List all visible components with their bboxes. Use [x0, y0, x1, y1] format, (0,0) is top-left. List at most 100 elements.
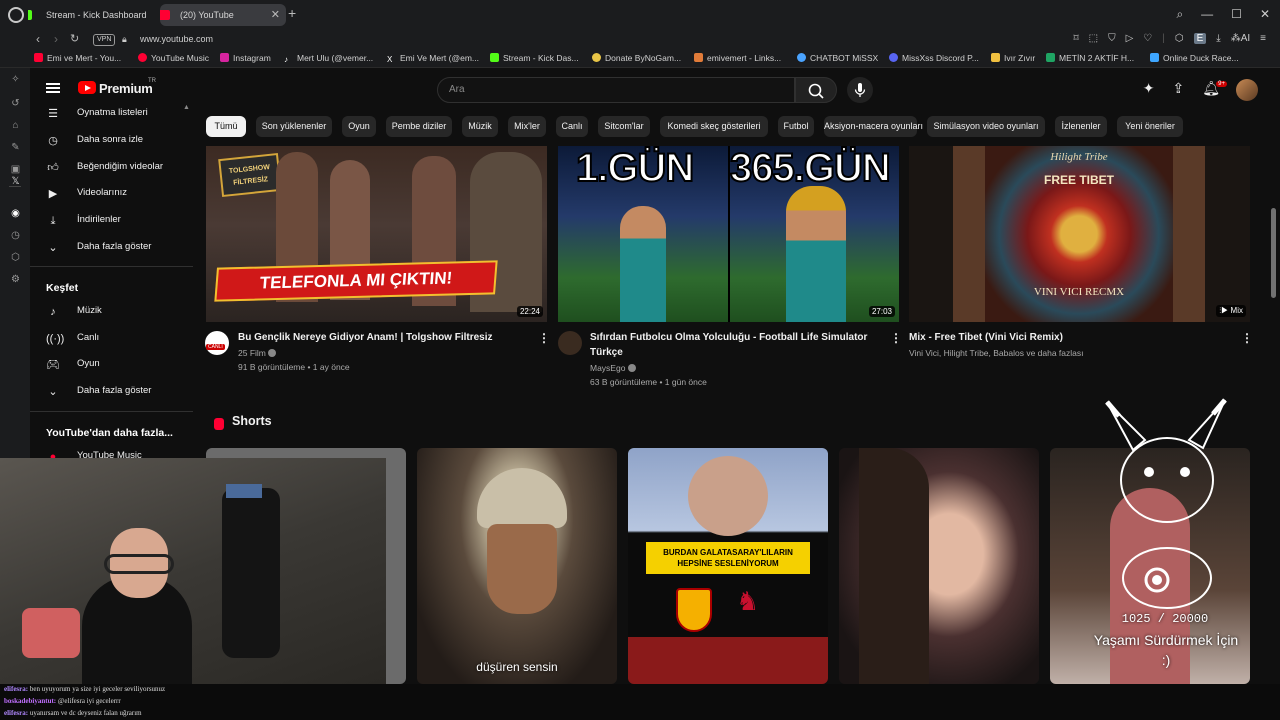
- bookmark-item[interactable]: CHATBOT MiSSX: [797, 53, 878, 63]
- settings-icon[interactable]: ⚙: [9, 274, 22, 285]
- page-scrollbar[interactable]: [1268, 112, 1280, 684]
- chip-3[interactable]: Pembe diziler: [386, 116, 452, 137]
- sidebar-item-watch-later[interactable]: ◷ Daha sonra izle: [46, 134, 143, 147]
- chip-4[interactable]: Müzik: [462, 116, 498, 137]
- chip-6[interactable]: Canlı: [556, 116, 588, 137]
- bookmark-item[interactable]: Online Duck Race...: [1150, 53, 1239, 63]
- video-title[interactable]: Mix - Free Tibet (Vini Vici Remix): [909, 330, 1229, 345]
- edit-icon[interactable]: ✎: [9, 142, 22, 153]
- extensions-icon[interactable]: ⬡: [1175, 33, 1184, 44]
- more-actions-icon[interactable]: ⋮: [890, 331, 902, 345]
- video-thumbnail[interactable]: Hilight Tribe FREE TIBET VINI VICI RECMX…: [909, 146, 1250, 322]
- sidebar-item-show-more[interactable]: ⌄ Daha fazla göster: [46, 241, 151, 254]
- short-item[interactable]: [839, 448, 1039, 684]
- tab-youtube[interactable]: (20) YouTube ✕: [160, 4, 286, 26]
- channel-name[interactable]: 25 Film: [238, 346, 277, 360]
- heart-icon[interactable]: ♡: [1143, 33, 1152, 44]
- chip-9[interactable]: Futbol: [778, 116, 814, 137]
- chip-5[interactable]: Mix'ler: [508, 116, 546, 137]
- play-icon[interactable]: ▷: [1126, 33, 1134, 44]
- bookmark-item[interactable]: METİN 2 AKTİF H...: [1046, 53, 1134, 63]
- snapshot-icon[interactable]: ⬚: [1089, 33, 1098, 44]
- lock-icon[interactable]: 🔒︎: [122, 34, 127, 45]
- pinboard-icon[interactable]: ◉: [9, 208, 22, 219]
- sidebar-item-live[interactable]: ((·)) Canlı: [46, 332, 99, 345]
- new-tab-icon[interactable]: +: [288, 5, 296, 21]
- bookmark-item[interactable]: Ivır Zıvır: [991, 53, 1035, 63]
- more-actions-icon[interactable]: ⋮: [1241, 331, 1253, 345]
- bag-icon[interactable]: ⌂: [9, 120, 22, 131]
- bookmark-item[interactable]: MissXss Discord P...: [889, 53, 979, 63]
- clock-icon[interactable]: ◷: [9, 230, 22, 241]
- download-icon[interactable]: ⤓: [1216, 33, 1220, 44]
- menu-icon[interactable]: ≡: [1260, 33, 1266, 44]
- x-icon[interactable]: 𝕏: [9, 176, 22, 187]
- scrollbar-thumb[interactable]: [1271, 208, 1276, 298]
- sidebar-item-show-more[interactable]: ⌄ Daha fazla göster: [46, 385, 151, 398]
- back-icon[interactable]: ‹: [36, 32, 40, 46]
- sidebar-item-your-videos[interactable]: ▶ Videolarınız: [46, 187, 127, 200]
- chip-0[interactable]: Tümü: [206, 116, 246, 137]
- bookmark-icon[interactable]: ⌑: [1074, 33, 1079, 44]
- messenger-icon[interactable]: ▣: [9, 164, 22, 175]
- chip-10[interactable]: Aksiyon-macera oyunları: [824, 116, 923, 137]
- more-actions-icon[interactable]: ⋮: [538, 331, 550, 345]
- hamburger-menu-icon[interactable]: [46, 83, 60, 93]
- bookmark-item[interactable]: Stream - Kick Das...: [490, 53, 579, 63]
- channel-name[interactable]: MaysEgo: [590, 361, 636, 375]
- sidebar-item-playlists[interactable]: ☰ Oynatma listeleri: [46, 107, 148, 120]
- video-title[interactable]: Sıfırdan Futbolcu Olma Yolculuğu - Footb…: [590, 330, 880, 360]
- bookmark-item[interactable]: Donate ByNoGam...: [592, 53, 681, 63]
- search-input[interactable]: Ara: [437, 77, 795, 103]
- chip-11[interactable]: Simülasyon video oyunları: [927, 116, 1045, 137]
- opera-logo-icon[interactable]: [8, 7, 24, 23]
- tab-kick-dashboard[interactable]: Stream - Kick Dashboard: [28, 4, 158, 26]
- search-tabs-icon[interactable]: ⌕: [1176, 7, 1183, 22]
- scroll-up-icon[interactable]: ▲: [183, 104, 190, 111]
- bookmark-item[interactable]: Instagram: [220, 53, 271, 63]
- shield-icon[interactable]: ⛉: [1108, 33, 1116, 44]
- chip-2[interactable]: Oyun: [342, 116, 376, 137]
- create-upload-icon[interactable]: ⇪: [1172, 80, 1184, 97]
- short-item[interactable]: BURDAN GALATASARAY'LILARIN HEPSİNE SESLE…: [628, 448, 828, 684]
- minimize-icon[interactable]: —: [1201, 7, 1213, 22]
- chip-12[interactable]: İzlenenler: [1055, 116, 1107, 137]
- kick-extension-icon[interactable]: ✦: [1143, 80, 1155, 97]
- video-thumbnail[interactable]: 1.GÜN 365.GÜN 27:03: [558, 146, 899, 322]
- maximize-icon[interactable]: ☐: [1231, 7, 1242, 22]
- url-field[interactable]: www.youtube.com: [140, 34, 213, 44]
- voice-search-button[interactable]: [847, 77, 873, 103]
- history-icon[interactable]: ↺: [9, 98, 22, 109]
- close-window-icon[interactable]: ✕: [1260, 7, 1270, 22]
- cube-icon[interactable]: ⬡: [9, 252, 22, 263]
- chip-1[interactable]: Son yüklenenler: [256, 116, 332, 137]
- sidebar-item-gaming[interactable]: 🎮︎ Oyun: [46, 358, 100, 371]
- channel-avatar[interactable]: CANLI: [205, 331, 229, 355]
- chip-7[interactable]: Sitcom'lar: [598, 116, 650, 137]
- short-item[interactable]: düşüren sensin: [417, 448, 617, 684]
- close-tab-icon[interactable]: ✕: [271, 4, 280, 26]
- bookmark-item[interactable]: emivemert - Links...: [694, 53, 781, 63]
- video-title[interactable]: Bu Gençlik Nereye Gidiyor Anam! | Tolgsh…: [238, 330, 528, 345]
- aria-ai-icon[interactable]: ⁂AI: [1231, 33, 1250, 44]
- sidebar-item-downloads[interactable]: ⤓ İndirilenler: [46, 214, 121, 227]
- video-artists[interactable]: Vini Vici, Hilight Tribe, Babalos ve dah…: [909, 346, 1084, 360]
- sidebar-item-liked-videos[interactable]: 👍︎ Beğendiğim videolar: [46, 161, 163, 174]
- sidebar-item-music[interactable]: ♪ Müzik: [46, 305, 102, 318]
- chip-8[interactable]: Komedi skeç gösterileri: [660, 116, 768, 137]
- chip-13[interactable]: Yeni öneriler: [1117, 116, 1183, 137]
- account-avatar[interactable]: [1236, 79, 1258, 101]
- channel-avatar[interactable]: [558, 331, 582, 355]
- bookmark-item[interactable]: X Emi Ve Mert (@em...: [387, 53, 479, 64]
- youtube-premium-logo[interactable]: Premium: [99, 81, 153, 96]
- reload-icon[interactable]: ↻: [70, 32, 79, 45]
- video-thumbnail[interactable]: TOLGSHOW FİLTRESİZ TELEFONLA MI ÇIKTIN! …: [206, 146, 547, 322]
- bookmark-item[interactable]: YouTube Music: [138, 53, 209, 63]
- youtube-logo-icon[interactable]: [78, 81, 96, 94]
- vpn-badge[interactable]: VPN: [93, 34, 116, 46]
- bookmark-item[interactable]: Emi ve Mert - You...: [34, 53, 121, 63]
- bookmark-item[interactable]: ♪ Mert Ulu (@vemer...: [284, 53, 373, 64]
- aria-icon[interactable]: ✧: [9, 74, 22, 85]
- search-button[interactable]: [795, 77, 837, 103]
- forward-icon[interactable]: ›: [54, 32, 58, 46]
